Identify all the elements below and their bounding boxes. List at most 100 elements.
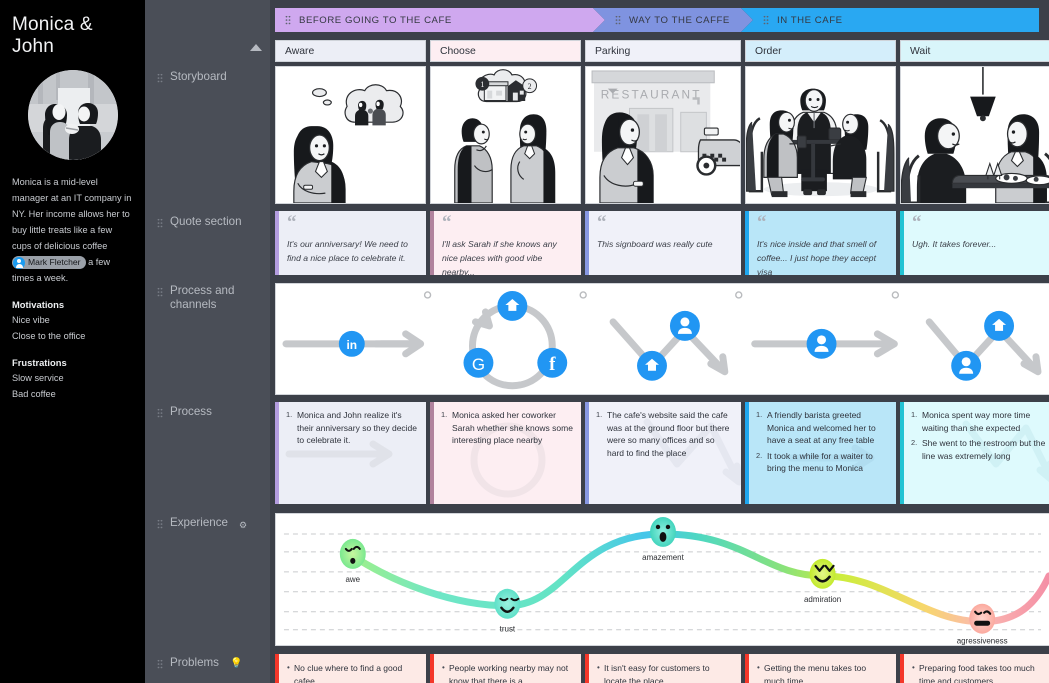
chart-point-trust[interactable]: trust bbox=[494, 588, 521, 634]
svg-text:1: 1 bbox=[480, 80, 484, 89]
problem-item: No clue where to find a good cafee bbox=[287, 661, 418, 683]
process-card-order[interactable]: A friendly barista greeted Monica and we… bbox=[745, 402, 896, 504]
journey-map-app: Monica & John Monica is a mid-level mana… bbox=[0, 0, 1049, 683]
collapse-caret-icon[interactable] bbox=[250, 44, 262, 51]
stage-header-parking[interactable]: Parking bbox=[585, 40, 741, 62]
process-card-aware[interactable]: Monica and John realize it's their anniv… bbox=[275, 402, 426, 504]
problem-list: Preparing food takes too much time and c… bbox=[912, 661, 1047, 683]
problem-card-choose[interactable]: People working nearby may not know that … bbox=[430, 654, 581, 683]
storyboard-row: 1 2 RESTAURANT bbox=[275, 66, 1049, 204]
svg-text:2: 2 bbox=[528, 82, 532, 91]
frustrations-heading: Frustrations bbox=[12, 357, 67, 368]
point-label: amazement bbox=[642, 553, 684, 562]
drag-handle-icon[interactable] bbox=[157, 218, 163, 228]
point-label: admiration bbox=[804, 595, 841, 604]
stage-label: Wait bbox=[910, 45, 931, 57]
stage-label: Aware bbox=[285, 45, 315, 57]
problem-item: Getting the menu takes too much time bbox=[757, 661, 888, 683]
drag-handle-icon[interactable] bbox=[157, 519, 163, 529]
drag-handle-icon[interactable] bbox=[157, 408, 163, 418]
process-card-choose[interactable]: Monica asked her coworker Sarah whether … bbox=[430, 402, 581, 504]
persona-panel: Monica & John Monica is a mid-level mana… bbox=[0, 0, 145, 683]
quote-card-parking[interactable]: “ This signboard was really cute bbox=[585, 211, 741, 275]
drag-handle-icon[interactable] bbox=[157, 73, 163, 83]
process-card-wait[interactable]: Monica spent way more time waiting than … bbox=[900, 402, 1049, 504]
process-row: Monica and John realize it's their anniv… bbox=[275, 402, 1049, 504]
stage-header-aware[interactable]: Aware bbox=[275, 40, 426, 62]
storyboard-cell-parking[interactable]: RESTAURANT bbox=[585, 66, 741, 204]
chart-point-admiration[interactable]: admiration bbox=[804, 558, 841, 604]
avatar bbox=[27, 70, 118, 160]
experience-chart[interactable]: awe trust amazement admiration agressive… bbox=[275, 513, 1049, 646]
drag-handle-icon[interactable] bbox=[157, 287, 163, 297]
stage-header-choose[interactable]: Choose bbox=[430, 40, 581, 62]
problem-card-aware[interactable]: No clue where to find a good cafee bbox=[275, 654, 426, 683]
quote-card-choose[interactable]: “ I'll ask Sarah if she knows any nice p… bbox=[430, 211, 581, 275]
gear-icon[interactable]: ⚙ bbox=[239, 518, 247, 532]
quote-card-wait[interactable]: “ Ugh. It takes forever... bbox=[900, 211, 1049, 275]
storyboard-cell-order[interactable] bbox=[745, 66, 896, 204]
problems-row: No clue where to find a good cafee Peopl… bbox=[275, 654, 1049, 683]
row-label-text: Experience bbox=[170, 516, 229, 529]
persona-bio-text-1: Monica is a mid-level manager at an IT c… bbox=[12, 177, 132, 251]
stage-header-order[interactable]: Order bbox=[745, 40, 896, 62]
experience-curve-chart: awe trust amazement admiration agressive… bbox=[283, 516, 1049, 646]
quote-row: “ It's our anniversary! We need to find … bbox=[275, 211, 1049, 275]
quote-mark-icon: “ bbox=[597, 212, 607, 233]
bulb-icon[interactable]: 💡 bbox=[230, 657, 242, 671]
problem-card-order[interactable]: Getting the menu takes too much time bbox=[745, 654, 896, 683]
row-label-process-and-channels[interactable]: Process and channels bbox=[157, 284, 262, 312]
point-label: awe bbox=[345, 575, 360, 584]
storyboard-cell-aware[interactable] bbox=[275, 66, 426, 204]
process-step: A friendly barista greeted Monica and we… bbox=[756, 409, 876, 446]
drag-handle-icon[interactable] bbox=[285, 15, 291, 25]
drag-handle-icon[interactable] bbox=[157, 659, 163, 669]
couple-outside-restaurant-taxi-storyboard: RESTAURANT bbox=[586, 67, 740, 203]
row-label-process[interactable]: Process bbox=[157, 405, 212, 419]
row-label-problems[interactable]: Problems 💡 bbox=[157, 656, 242, 671]
accent-bar bbox=[275, 654, 279, 683]
row-label-text: Quote section bbox=[170, 215, 242, 228]
svg-text:G: G bbox=[472, 355, 485, 374]
chart-point-amazement[interactable]: amazement bbox=[642, 516, 685, 562]
point-label: trust bbox=[500, 625, 516, 634]
mention-chip[interactable]: Mark Fletcher bbox=[12, 256, 86, 270]
process-list: Monica asked her coworker Sarah whether … bbox=[441, 409, 573, 447]
row-label-storyboard[interactable]: Storyboard bbox=[157, 70, 227, 84]
row-label-column: Storyboard Quote section Process and cha… bbox=[145, 0, 270, 683]
process-list: Monica and John realize it's their anniv… bbox=[286, 409, 418, 447]
channels-cell-left[interactable]: in f G bbox=[275, 283, 1049, 395]
problem-card-parking[interactable]: It isn't easy for customers to locate th… bbox=[585, 654, 741, 683]
problem-item: Preparing food takes too much time and c… bbox=[912, 661, 1047, 683]
phase-label: IN THE CAFE bbox=[777, 14, 843, 26]
drag-handle-icon[interactable] bbox=[763, 15, 769, 25]
process-card-parking[interactable]: The cafe's website said the cafe was at … bbox=[585, 402, 741, 504]
storyboard-cell-choose[interactable]: 1 2 bbox=[430, 66, 581, 204]
stage-header-wait[interactable]: Wait bbox=[900, 40, 1049, 62]
process-list: A friendly barista greeted Monica and we… bbox=[756, 409, 888, 475]
phase-before-going-to-the-cafe[interactable]: BEFORE GOING TO THE CAFE bbox=[275, 8, 605, 32]
row-label-text: Problems bbox=[170, 656, 219, 669]
quote-card-order[interactable]: “ It's nice inside and that smell of cof… bbox=[745, 211, 896, 275]
row-label-text: Process bbox=[170, 405, 212, 418]
row-label-experience[interactable]: Experience ⚙ bbox=[157, 516, 247, 532]
process-step: The cafe's website said the cafe was at … bbox=[596, 409, 730, 458]
problem-card-wait[interactable]: Preparing food takes too much time and c… bbox=[900, 654, 1049, 683]
quote-card-aware[interactable]: “ It's our anniversary! We need to find … bbox=[275, 211, 426, 275]
svg-text:f: f bbox=[549, 354, 556, 375]
phase-label: BEFORE GOING TO THE CAFE bbox=[299, 14, 452, 26]
storyboard-cell-wait[interactable] bbox=[900, 66, 1049, 204]
chart-point-agressiveness[interactable]: agressiveness bbox=[957, 603, 1008, 646]
accent-bar bbox=[900, 211, 904, 275]
problem-list: People working nearby may not know that … bbox=[442, 661, 573, 683]
drag-handle-icon[interactable] bbox=[615, 15, 621, 25]
quote-mark-icon: “ bbox=[757, 212, 767, 233]
frustration-item: Slow service bbox=[12, 373, 64, 383]
phase-way-to-the-caffe[interactable]: WAY TO THE CAFFE bbox=[593, 8, 753, 32]
row-label-quote-section[interactable]: Quote section bbox=[157, 215, 242, 229]
chart-point-awe[interactable]: awe bbox=[339, 538, 366, 584]
journey-canvas: BEFORE GOING TO THE CAFE WAY TO THE CAFF… bbox=[270, 0, 1049, 683]
motivations-heading: Motivations bbox=[12, 299, 65, 310]
phase-in-the-cafe[interactable]: IN THE CAFE bbox=[741, 8, 1039, 32]
waiter-greeting-couple-at-table-storyboard bbox=[746, 67, 895, 203]
